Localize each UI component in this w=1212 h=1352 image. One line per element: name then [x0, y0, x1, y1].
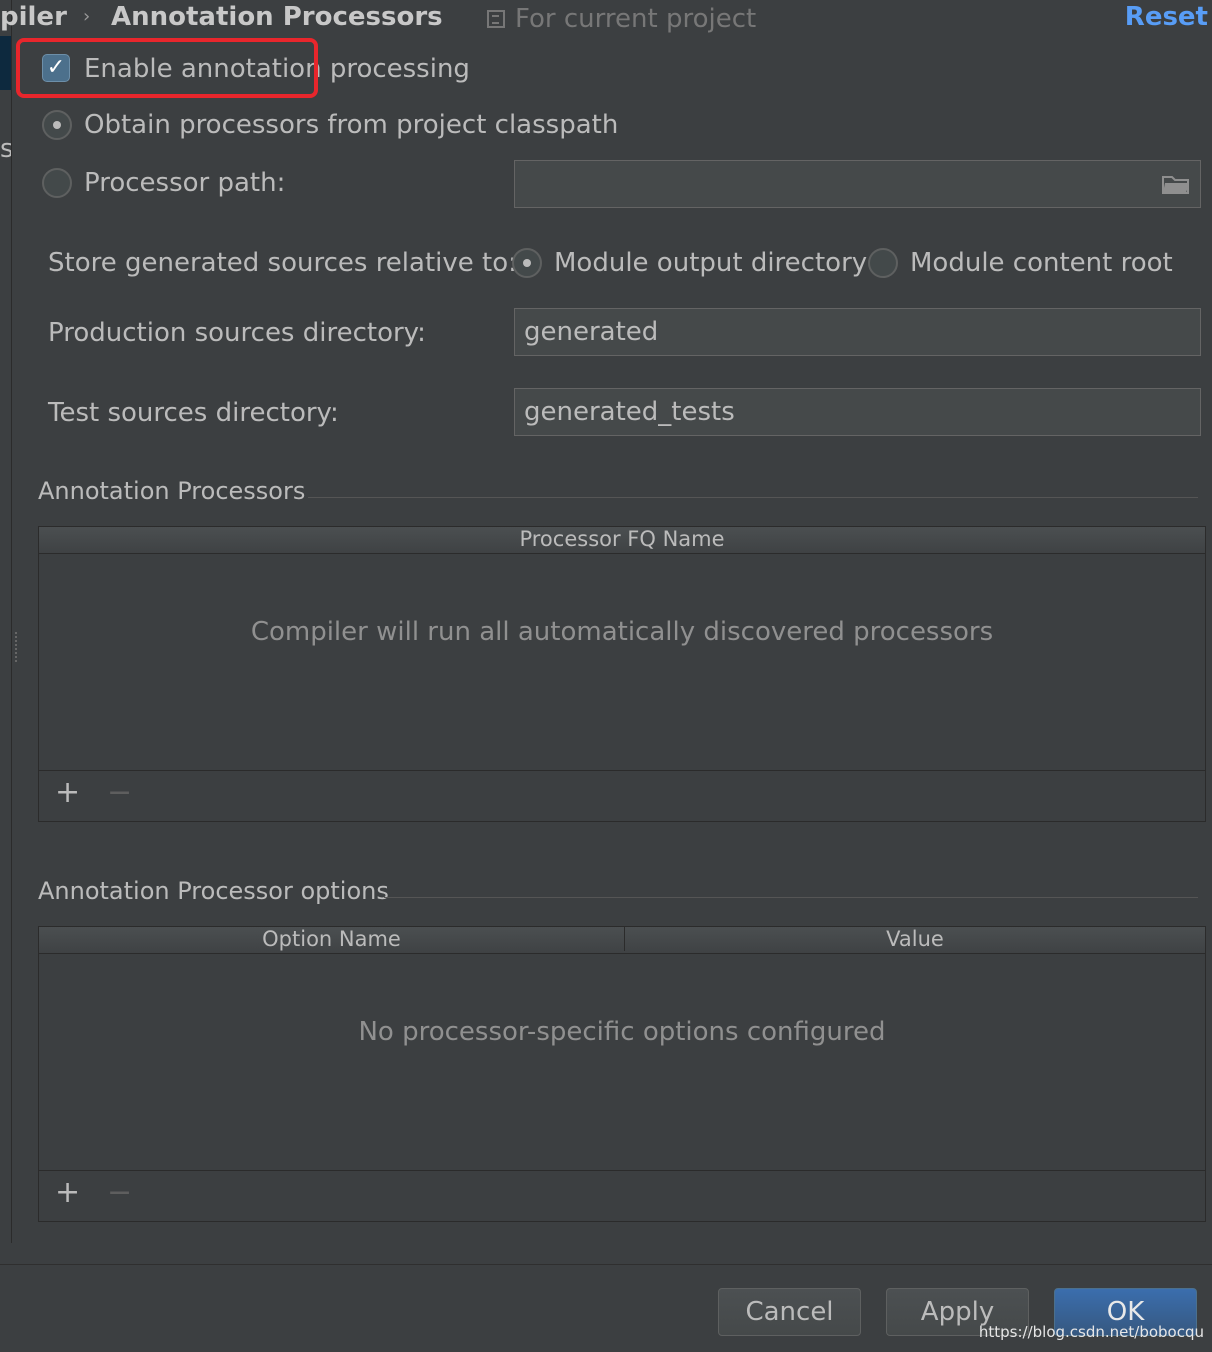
option-name-column[interactable]: Option Name [39, 927, 625, 951]
processors-table[interactable]: Processor FQ Name Compiler will run all … [38, 526, 1206, 822]
reset-link[interactable]: Reset [1125, 2, 1208, 32]
breadcrumb-chevron-icon: › [83, 6, 91, 27]
add-processor-icon[interactable]: + [55, 775, 80, 810]
processor-path-field[interactable] [514, 160, 1201, 208]
module-output-label[interactable]: Module output directory [554, 248, 867, 278]
dialog-footer-divider [0, 1264, 1212, 1265]
test-dir-field[interactable]: generated_tests [514, 388, 1201, 436]
obtain-classpath-label[interactable]: Obtain processors from project classpath [84, 110, 618, 140]
content-root-radio[interactable] [868, 248, 898, 278]
section-divider [384, 897, 1198, 898]
highlight-annotation-box [16, 38, 318, 98]
module-output-radio[interactable] [512, 248, 542, 278]
test-dir-label: Test sources directory: [48, 398, 339, 428]
processors-toolbar: + − [39, 770, 1205, 821]
store-generated-label: Store generated sources relative to: [48, 248, 517, 278]
browse-folder-icon[interactable] [1162, 174, 1190, 194]
settings-tree-edge [0, 0, 12, 1243]
processor-path-label[interactable]: Processor path: [84, 168, 285, 198]
section-divider [308, 497, 1198, 498]
production-dir-field[interactable]: generated [514, 308, 1201, 356]
content-root-label[interactable]: Module content root [910, 248, 1173, 278]
add-option-icon[interactable]: + [55, 1175, 80, 1210]
options-empty-text: No processor-specific options configured [358, 1017, 886, 1047]
processor-path-radio[interactable] [42, 168, 72, 198]
remove-option-icon[interactable]: − [107, 1175, 132, 1210]
settings-tree-selection [0, 36, 11, 90]
page-title: Annotation Processors [111, 2, 443, 32]
options-table-header: Option Name Value [39, 927, 1205, 954]
remove-processor-icon[interactable]: − [107, 775, 132, 810]
processors-table-header: Processor FQ Name [39, 527, 1205, 554]
cancel-button[interactable]: Cancel [718, 1288, 861, 1336]
watermark-text: https://blog.csdn.net/bobocqu [978, 1323, 1204, 1341]
settings-tree-fragment: s [0, 134, 11, 164]
processors-empty-text: Compiler will run all automatically disc… [250, 617, 994, 647]
project-scope-icon [487, 10, 505, 28]
splitter-handle[interactable] [15, 632, 21, 662]
options-toolbar: + − [39, 1170, 1205, 1221]
processor-options-title: Annotation Processor options [38, 877, 389, 905]
scope-indicator: For current project [487, 4, 756, 34]
obtain-classpath-radio[interactable] [42, 110, 72, 140]
breadcrumb-parent[interactable]: piler [0, 2, 67, 32]
value-column[interactable]: Value [625, 927, 1205, 951]
production-dir-label: Production sources directory: [48, 318, 426, 348]
options-table[interactable]: Option Name Value No processor-specific … [38, 926, 1206, 1222]
scope-label: For current project [515, 4, 757, 34]
processor-fq-name-column[interactable]: Processor FQ Name [39, 527, 1205, 551]
annotation-processors-title: Annotation Processors [38, 477, 306, 505]
